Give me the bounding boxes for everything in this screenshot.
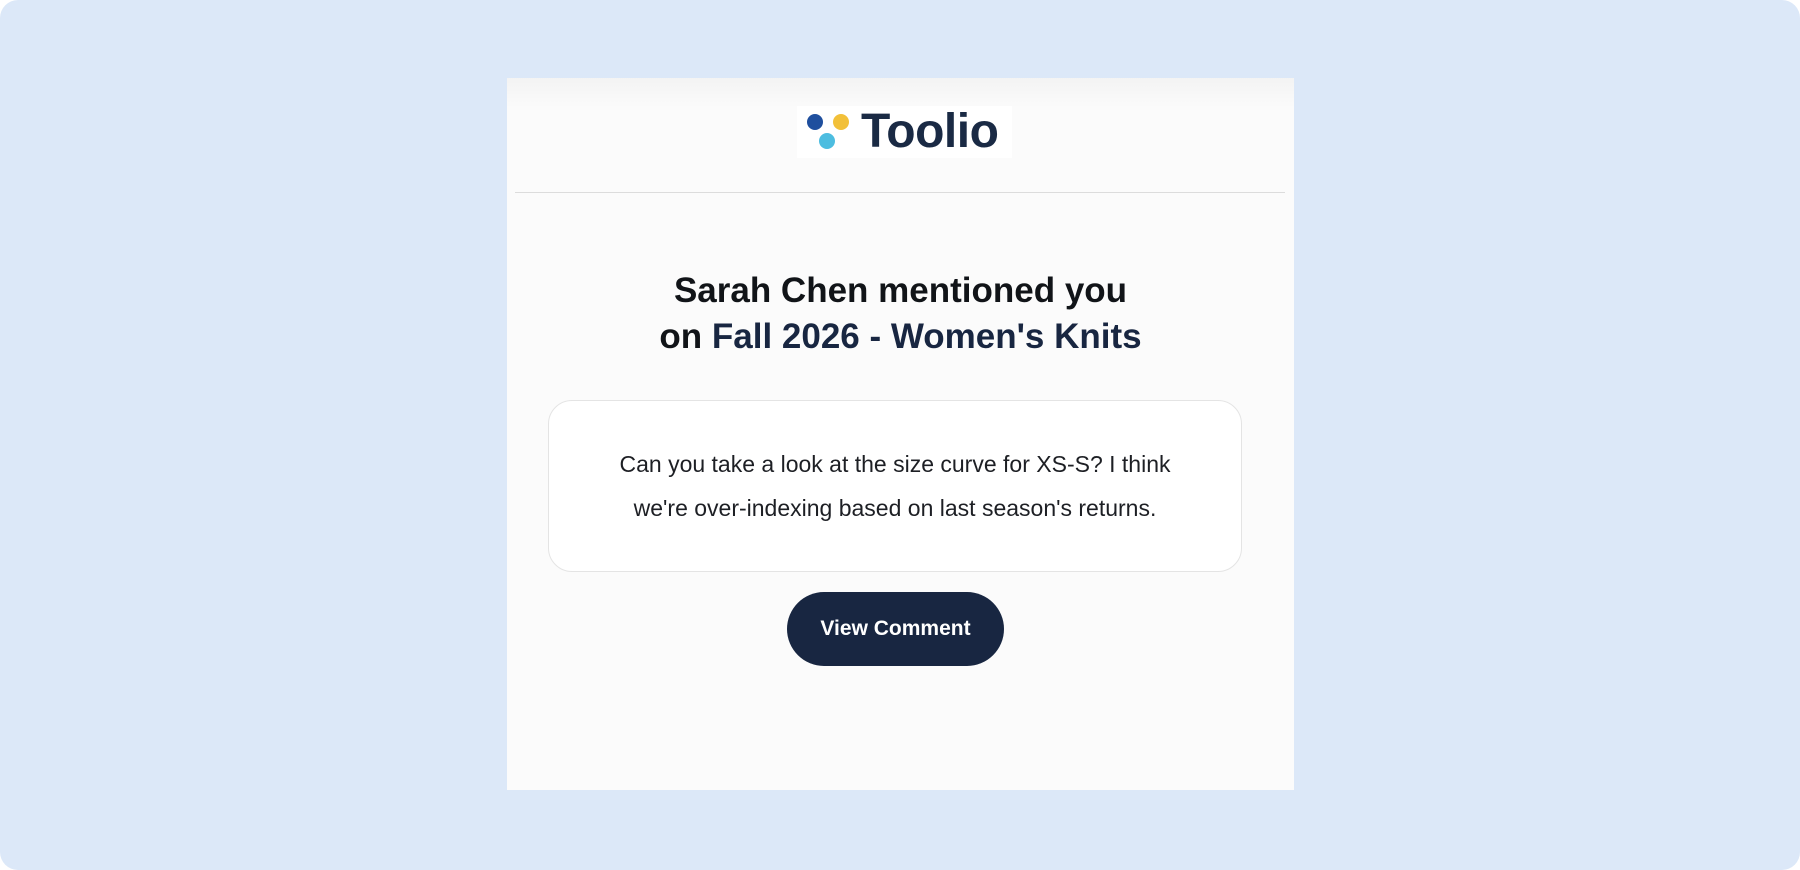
- brand-name: Toolio: [861, 105, 999, 158]
- email-card: Toolio Sarah Chen mentioned you on Fall …: [507, 78, 1294, 790]
- logo-dot-blue: [807, 114, 823, 130]
- logo-dot-yellow: [833, 114, 849, 130]
- document-name: Fall 2026 - Women's Knits: [711, 317, 1142, 356]
- comment-text: Can you take a look at the size curve fo…: [619, 451, 1171, 521]
- page-background: Toolio Sarah Chen mentioned you on Fall …: [0, 0, 1800, 870]
- headline-line1: Sarah Chen mentioned you: [673, 271, 1128, 310]
- three-dots-logo-icon: [797, 106, 849, 158]
- view-comment-button[interactable]: View Comment: [787, 592, 1004, 666]
- logo-dot-cyan: [819, 133, 835, 149]
- email-header: Toolio: [507, 78, 1294, 193]
- header-divider: [515, 192, 1285, 193]
- headline-on: on: [659, 317, 703, 356]
- comment-card: Can you take a look at the size curve fo…: [548, 400, 1242, 572]
- notification-headline: Sarah Chen mentioned you on Fall 2026 - …: [507, 268, 1294, 360]
- brand-logo: Toolio: [797, 106, 1012, 158]
